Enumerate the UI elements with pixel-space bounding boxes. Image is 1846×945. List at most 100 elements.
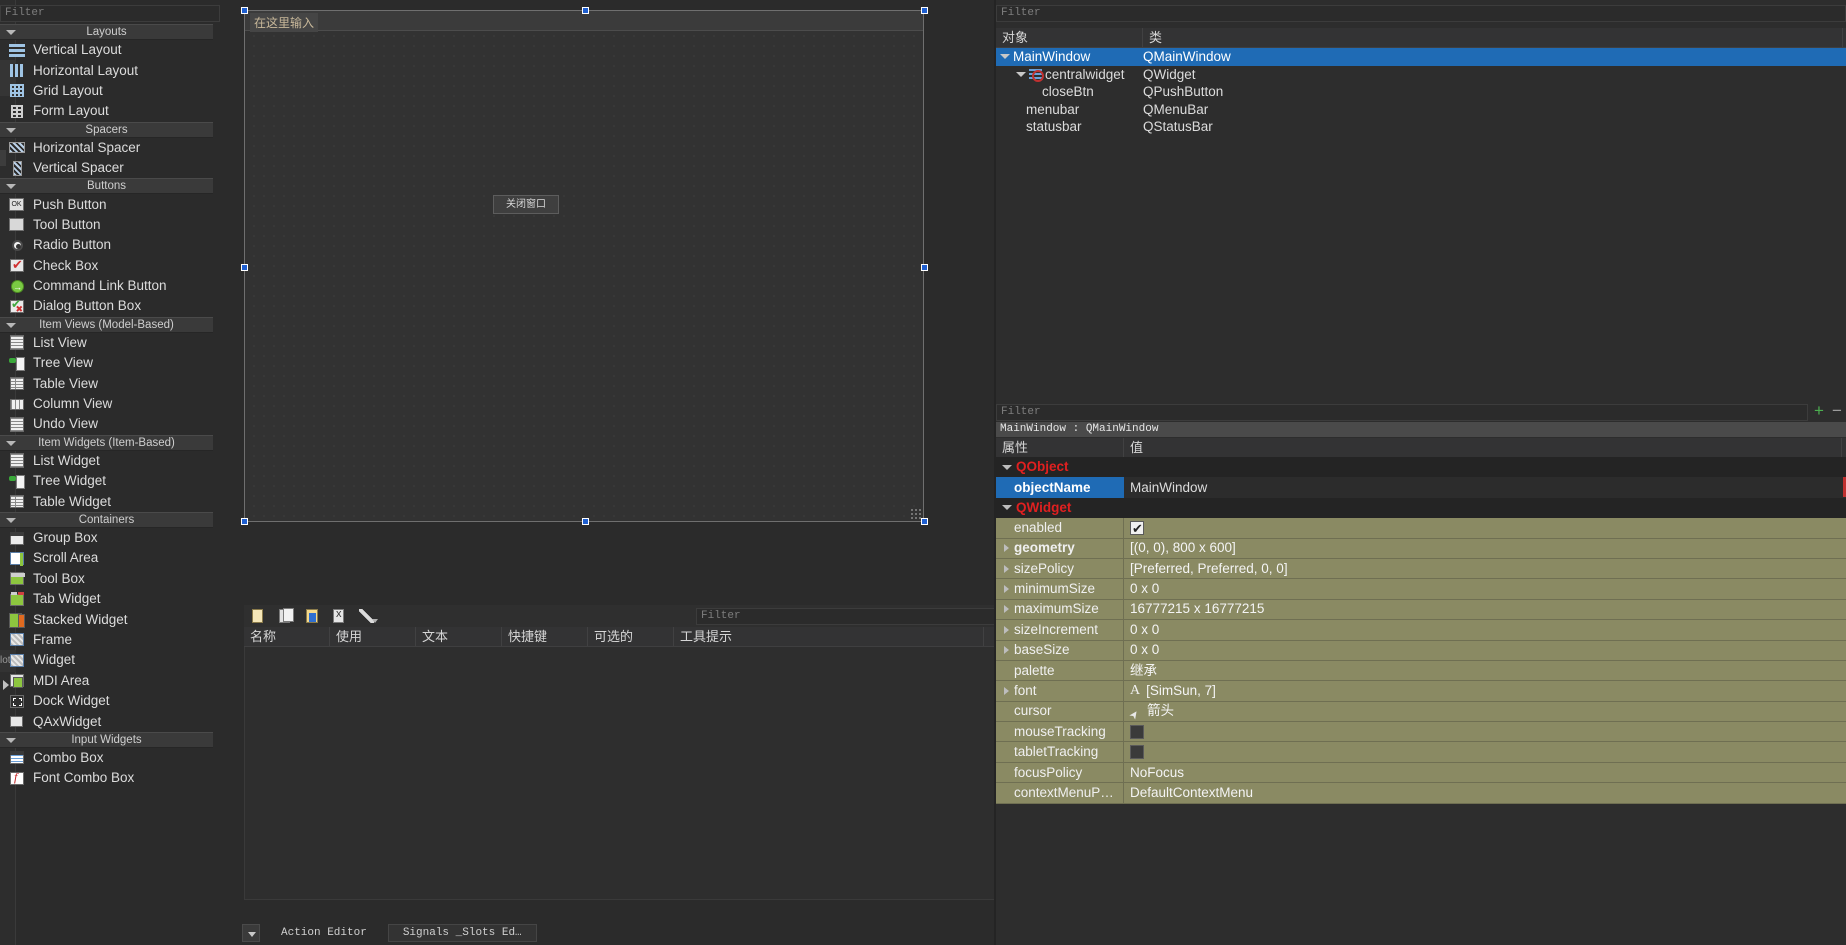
chevron-down-icon[interactable] [6,128,16,133]
property-row[interactable]: tabletTracking [996,742,1846,762]
action-editor-toolbar[interactable]: Filter [244,605,996,627]
property-row[interactable]: QObject [996,457,1846,477]
selection-handle-tr[interactable] [921,7,928,14]
checkbox-unchecked-icon[interactable] [1130,745,1144,759]
widget-item-stacked-widget[interactable]: Stacked Widget [0,609,213,629]
add-property-button[interactable]: + [1812,405,1826,419]
chevron-down-icon[interactable] [372,619,378,623]
widget-item-form-layout[interactable]: Form Layout [0,101,213,121]
widget-item-push-button[interactable]: OKPush Button [0,194,213,214]
property-row[interactable]: focusPolicyNoFocus [996,763,1846,783]
widget-group-item-views-model-based[interactable]: Item Views (Model-Based) [0,317,213,333]
property-row[interactable]: palette继承 [996,661,1846,681]
widget-item-qaxwidget[interactable]: QAxWidget [0,711,213,731]
widget-item-mdi-area[interactable]: MDI Area [0,671,213,691]
widget-item-list-widget[interactable]: List Widget [0,451,213,471]
action-editor-filter-input[interactable]: Filter [696,608,996,625]
property-row[interactable]: enabled [996,518,1846,538]
widget-item-table-view[interactable]: Table View [0,373,213,393]
object-column-header[interactable]: 类 [1143,28,1843,47]
widget-item-frame[interactable]: Frame [0,630,213,650]
property-value-cell[interactable]: 继承 [1124,661,1846,681]
chevron-down-icon[interactable] [1016,72,1026,77]
property-row[interactable]: QWidget [996,498,1846,518]
object-inspector-tree[interactable]: MainWindowQMainWindowcentralwidgetQWidge… [996,48,1846,136]
bottom-dock-tabs[interactable]: Action EditorSignals _Slots Ed… [236,921,996,945]
chevron-down-icon[interactable] [6,30,16,35]
widget-item-table-widget[interactable]: Table Widget [0,491,213,511]
copy-action-button[interactable] [274,606,298,626]
action-column-header[interactable]: 文本 [416,627,502,646]
chevron-down-icon[interactable] [1000,54,1010,59]
selection-handle-mr[interactable] [921,264,928,271]
checkbox-checked-icon[interactable] [1130,521,1144,535]
widget-item-tree-widget[interactable]: Tree Widget [0,471,213,491]
property-value-cell[interactable]: DefaultContextMenu [1124,783,1846,803]
widget-group-buttons[interactable]: Buttons [0,178,213,194]
selection-handle-br[interactable] [921,518,928,525]
widget-item-horizontal-spacer[interactable]: Horizontal Spacer [0,138,213,158]
object-tree-row[interactable]: closeBtnQPushButton [996,83,1846,101]
selection-handle-bc[interactable] [582,518,589,525]
chevron-right-icon[interactable] [1004,565,1009,573]
property-value-cell[interactable] [1124,742,1846,762]
property-value-cell[interactable] [1124,722,1846,742]
widget-item-widget[interactable]: Widget [0,650,213,670]
widget-group-containers[interactable]: Containers [0,512,213,528]
chevron-down-icon[interactable] [6,738,16,743]
new-action-button[interactable] [247,606,271,626]
widget-item-column-view[interactable]: Column View [0,394,213,414]
property-editor-filter-input[interactable]: Filter [996,404,1808,421]
widget-item-tool-box[interactable]: Tool Box [0,569,213,589]
selection-handle-tc[interactable] [582,7,589,14]
property-value-cell[interactable]: 0 x 0 [1124,641,1846,661]
property-row[interactable]: fontA[SimSun, 7] [996,681,1846,701]
chevron-right-icon[interactable] [1004,544,1009,552]
delete-action-button[interactable] [328,606,352,626]
widget-item-font-combo-box[interactable]: Font Combo Box [0,768,213,788]
chevron-down-icon[interactable] [6,323,16,328]
property-value-cell[interactable]: 箭头 [1124,702,1846,722]
configure-button[interactable] [355,606,379,626]
property-editor-rows[interactable]: QObjectobjectNameMainWindowQWidgetenable… [996,457,1846,804]
property-value-cell[interactable] [1124,457,1846,477]
object-column-header[interactable]: 对象 [996,28,1143,47]
widget-item-command-link-button[interactable]: →Command Link Button [0,276,213,296]
widget-item-vertical-layout[interactable]: Vertical Layout [0,40,213,60]
property-row[interactable]: cursor箭头 [996,702,1846,722]
object-tree-row[interactable]: statusbarQStatusBar [996,118,1846,136]
property-row[interactable]: minimumSize0 x 0 [996,579,1846,599]
chevron-right-icon[interactable] [1004,585,1009,593]
property-value-cell[interactable] [1124,518,1846,538]
property-column-header[interactable]: 属性 [996,438,1124,457]
widget-item-vertical-spacer[interactable]: Vertical Spacer [0,158,213,178]
property-value-cell[interactable]: [(0, 0), 800 x 600] [1124,539,1846,559]
widget-group-input-widgets[interactable]: Input Widgets [0,732,213,748]
property-value-cell[interactable]: 0 x 0 [1124,579,1846,599]
chevron-right-icon[interactable] [1004,646,1009,654]
paste-action-button[interactable] [301,606,325,626]
widget-group-spacers[interactable]: Spacers [0,122,213,138]
property-row[interactable]: geometry[(0, 0), 800 x 600] [996,539,1846,559]
object-tree-row[interactable]: MainWindowQMainWindow [996,48,1846,66]
widget-group-item-widgets-item-based[interactable]: Item Widgets (Item-Based) [0,435,213,451]
widget-group-layouts[interactable]: Layouts [0,24,213,40]
chevron-down-icon[interactable] [1002,505,1012,510]
widget-item-horizontal-layout[interactable]: Horizontal Layout [0,60,213,80]
widget-box-filter-input[interactable]: Filter [0,5,220,22]
widget-item-tool-button[interactable]: Tool Button [0,215,213,235]
object-tree-row[interactable]: menubarQMenuBar [996,101,1846,119]
property-row[interactable]: maximumSize16777215 x 16777215 [996,600,1846,620]
chevron-down-icon[interactable] [6,184,16,189]
widget-box-list[interactable]: LayoutsVertical LayoutHorizontal Layout G… [0,24,213,945]
widget-item-dialog-button-box[interactable]: Dialog Button Box [0,296,213,316]
chevron-down-icon[interactable] [6,441,16,446]
widget-item-undo-view[interactable]: Undo View [0,414,213,434]
property-row[interactable]: contextMenuP…DefaultContextMenu [996,783,1846,803]
selection-handle-tl[interactable] [241,7,248,14]
property-column-header[interactable]: 值 [1124,438,1842,457]
action-column-header[interactable]: 使用 [330,627,416,646]
property-row[interactable]: sizePolicy[Preferred, Preferred, 0, 0] [996,559,1846,579]
widget-item-group-box[interactable]: Group Box [0,528,213,548]
checkbox-unchecked-icon[interactable] [1130,725,1144,739]
